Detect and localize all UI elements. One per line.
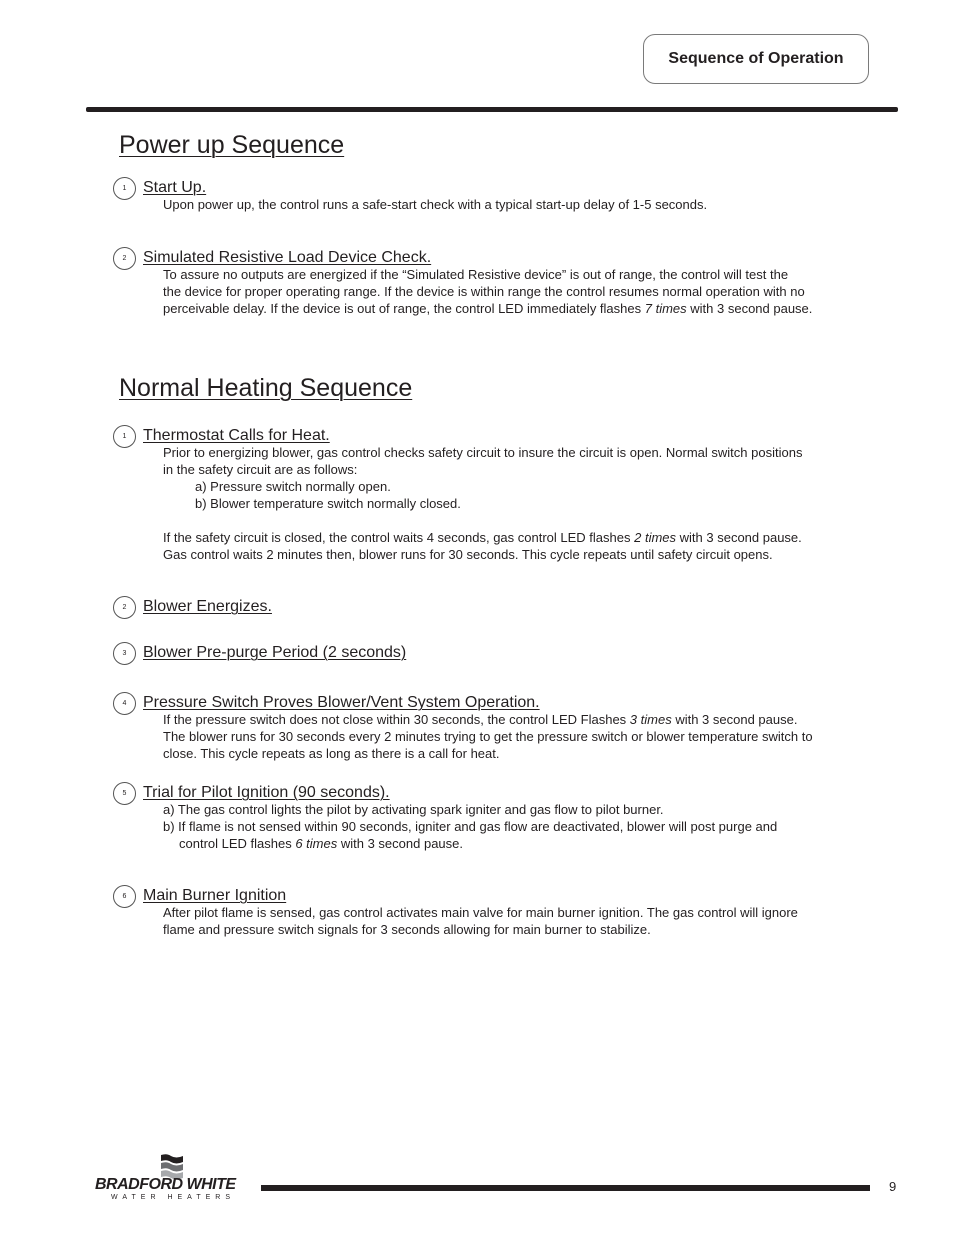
section-label: Sequence of Operation bbox=[668, 50, 844, 67]
heating-step-6: 6 Main Burner Ignition After pilot flame… bbox=[113, 884, 883, 938]
step-text: To assure no outputs are energized if th… bbox=[163, 267, 789, 282]
step-number-circle: 1 bbox=[113, 424, 136, 448]
step-number-circle: 4 bbox=[113, 691, 136, 715]
step-text: Gas control waits 2 minutes then, blower… bbox=[163, 547, 773, 562]
step-text: in the safety circuit are as follows: bbox=[163, 462, 358, 477]
list-item: a) The gas control lights the pilot by a… bbox=[163, 802, 664, 817]
emphasis: 7 times bbox=[644, 301, 687, 316]
step-number-circle: 6 bbox=[113, 884, 136, 908]
step-text: The blower runs for 30 seconds every 2 m… bbox=[163, 729, 813, 744]
step-title: Simulated Resistive Load Device Check. bbox=[143, 249, 432, 266]
step-title: Start Up. bbox=[143, 179, 207, 196]
step-number-circle: 2 bbox=[113, 246, 136, 270]
power-up-step-1: 1 Start Up. Upon power up, the control r… bbox=[113, 176, 883, 213]
step-title: Thermostat Calls for Heat. bbox=[143, 427, 330, 444]
heating-step-1: 1 Thermostat Calls for Heat. Prior to en… bbox=[113, 424, 883, 563]
step-title: Blower Energizes. bbox=[143, 598, 272, 615]
step-text: Upon power up, the control runs a safe-s… bbox=[163, 197, 708, 212]
step-text: close. This cycle repeats as long as the… bbox=[163, 746, 500, 761]
step-title: Pressure Switch Proves Blower/Vent Syste… bbox=[143, 694, 540, 711]
list-item: a) Pressure switch normally open. bbox=[195, 479, 391, 494]
list-item-continuation: control LED flashes 6 times with 3 secon… bbox=[179, 836, 463, 851]
step-number-circle: 2 bbox=[113, 595, 136, 619]
step-text: perceivable delay. If the device is out … bbox=[163, 301, 813, 316]
heating-step-2: 2 Blower Energizes. bbox=[113, 595, 883, 619]
step-title: Trial for Pilot Ignition (90 seconds). bbox=[143, 784, 390, 801]
section-label-box: Sequence of Operation bbox=[643, 34, 869, 84]
heating-step-4: 4 Pressure Switch Proves Blower/Vent Sys… bbox=[113, 691, 883, 762]
step-text: the device for proper operating range. I… bbox=[163, 284, 805, 299]
step-text: flame and pressure switch signals for 3 … bbox=[163, 922, 651, 937]
step-text: Prior to energizing blower, gas control … bbox=[163, 445, 803, 460]
footer-divider bbox=[261, 1185, 870, 1191]
list-item: b) If flame is not sensed within 90 seco… bbox=[163, 819, 778, 834]
step-text: If the safety circuit is closed, the con… bbox=[163, 530, 802, 545]
power-up-title: Power up Sequence bbox=[119, 131, 345, 159]
heating-step-3: 3 Blower Pre-purge Period (2 seconds) bbox=[113, 641, 883, 665]
step-number-circle: 1 bbox=[113, 176, 136, 200]
step-title: Blower Pre-purge Period (2 seconds) bbox=[143, 644, 407, 661]
step-text: If the pressure switch does not close wi… bbox=[163, 712, 798, 727]
list-item: b) Blower temperature switch normally cl… bbox=[195, 496, 461, 511]
brand-name: BRADFORD WHITE bbox=[95, 1176, 236, 1193]
emphasis: 6 times bbox=[295, 836, 338, 851]
heating-step-5: 5 Trial for Pilot Ignition (90 seconds).… bbox=[113, 781, 883, 852]
emphasis: 2 times bbox=[634, 530, 677, 545]
page-number: 9 bbox=[889, 1179, 897, 1194]
step-number-circle: 3 bbox=[113, 641, 136, 665]
brand-subtitle: WATER HEATERS bbox=[111, 1194, 235, 1201]
step-number-circle: 5 bbox=[113, 781, 136, 805]
emphasis: 3 times bbox=[629, 712, 672, 727]
power-up-step-2: 2 Simulated Resistive Load Device Check.… bbox=[113, 246, 883, 317]
step-title: Main Burner Ignition bbox=[143, 887, 287, 904]
bradford-white-logo: BRADFORD WHITE WATER HEATERS bbox=[95, 1153, 255, 1205]
normal-heating-title: Normal Heating Sequence bbox=[119, 374, 413, 402]
step-text: After pilot flame is sensed, gas control… bbox=[163, 905, 798, 920]
header-divider bbox=[86, 107, 898, 112]
